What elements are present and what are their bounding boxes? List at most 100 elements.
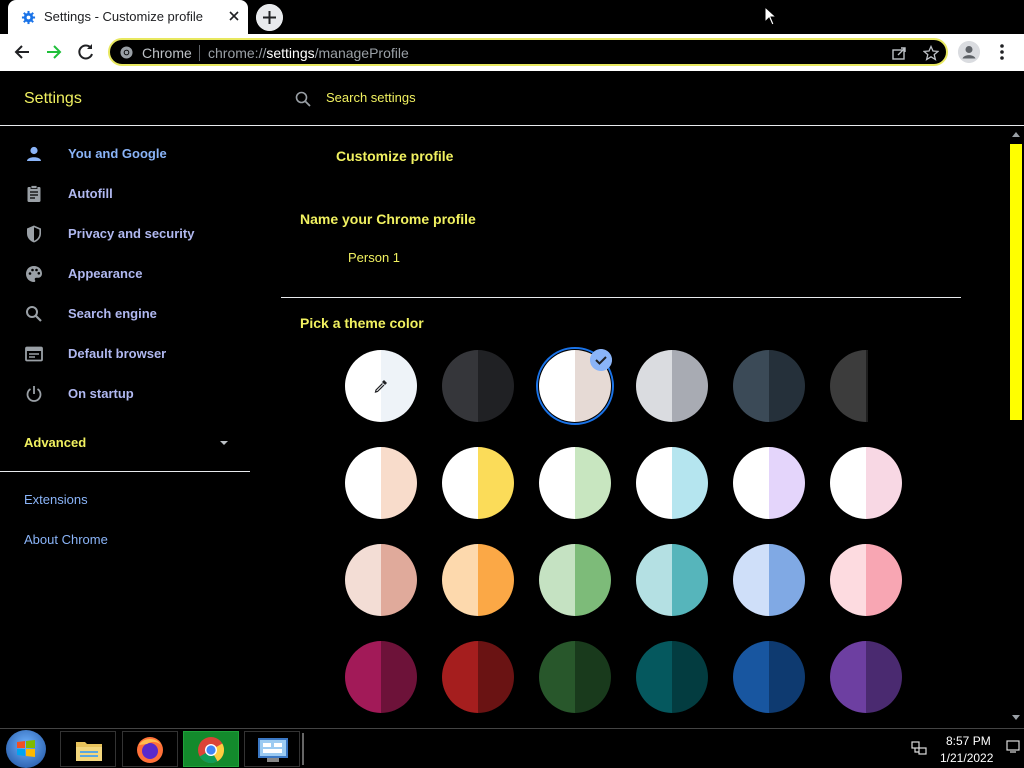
- forward-icon[interactable]: [44, 42, 64, 62]
- sidebar-item-default-browser[interactable]: Default browser: [0, 334, 250, 374]
- swatch-right-half: [866, 544, 902, 616]
- search-settings-input[interactable]: Search settings: [326, 90, 416, 105]
- swatch-left-half: [733, 447, 769, 519]
- theme-color-swatch[interactable]: [442, 447, 514, 519]
- omnibox[interactable]: Chrome chrome://settings/manageProfile: [108, 38, 948, 66]
- profile-name-field[interactable]: Person 1: [348, 250, 400, 265]
- clock-date[interactable]: 1/21/2022: [940, 751, 993, 765]
- about-chrome-link[interactable]: About Chrome: [24, 532, 108, 547]
- theme-color-swatch[interactable]: [636, 447, 708, 519]
- advanced-toggle[interactable]: Advanced: [24, 435, 86, 450]
- theme-color-swatch[interactable]: [539, 641, 611, 713]
- sidebar-item-label: Search engine: [68, 306, 157, 321]
- swatch-right-half: [381, 544, 417, 616]
- swatch-left-half: [733, 544, 769, 616]
- sidebar-item-search-engine[interactable]: Search engine: [0, 294, 250, 334]
- show-desktop-icon[interactable]: [1006, 739, 1020, 753]
- section-divider: [281, 297, 961, 298]
- scrollbar-thumb[interactable]: [1010, 144, 1022, 420]
- swatch-right-half: [672, 641, 708, 713]
- theme-color-swatch[interactable]: [733, 350, 805, 422]
- theme-color-swatch[interactable]: [345, 641, 417, 713]
- swatch-right-half: [866, 641, 902, 713]
- theme-color-swatch[interactable]: [539, 447, 611, 519]
- sidebar-item-label: On startup: [68, 386, 134, 401]
- sidebar-item-privacy[interactable]: Privacy and security: [0, 214, 250, 254]
- taskbar-control-panel[interactable]: [244, 731, 300, 767]
- more-menu-icon[interactable]: [994, 42, 1010, 62]
- theme-color-swatch[interactable]: [733, 544, 805, 616]
- network-icon[interactable]: [910, 739, 928, 757]
- omnibox-url[interactable]: chrome://settings/manageProfile: [208, 45, 409, 61]
- swatch-right-half: [381, 641, 417, 713]
- taskbar-firefox[interactable]: [122, 731, 178, 767]
- swatch-right-half: [866, 350, 868, 422]
- theme-color-swatch[interactable]: [733, 447, 805, 519]
- swatch-right-half: [672, 544, 708, 616]
- person-icon: [27, 146, 41, 161]
- chevron-down-icon[interactable]: [219, 439, 229, 447]
- sidebar-item-appearance[interactable]: Appearance: [0, 254, 250, 294]
- theme-color-swatch[interactable]: [830, 447, 902, 519]
- theme-color-swatch[interactable]: [442, 544, 514, 616]
- theme-color-swatch[interactable]: [442, 350, 514, 422]
- chrome-logo-icon: [120, 46, 133, 59]
- swatch-left-half: [830, 641, 866, 713]
- sidebar-item-you-and-google[interactable]: You and Google: [0, 134, 250, 174]
- omnibox-chip: Chrome: [142, 45, 192, 61]
- sidebar-item-label: Autofill: [68, 186, 113, 201]
- swatch-left-half: [345, 641, 381, 713]
- scroll-up-arrow-icon[interactable]: [1012, 131, 1020, 137]
- page-scrollbar[interactable]: [1008, 127, 1024, 727]
- swatch-left-half: [636, 350, 672, 422]
- profile-avatar-icon[interactable]: [958, 41, 980, 63]
- theme-color-swatch[interactable]: [636, 544, 708, 616]
- theme-color-swatch[interactable]: [830, 544, 902, 616]
- clipboard-icon: [27, 185, 41, 202]
- theme-color-swatch[interactable]: [636, 641, 708, 713]
- sidebar-item-autofill[interactable]: Autofill: [0, 174, 250, 214]
- sidebar-item-label: You and Google: [68, 146, 167, 161]
- reload-icon[interactable]: [76, 42, 96, 62]
- theme-color-swatch[interactable]: [733, 641, 805, 713]
- theme-color-swatch[interactable]: [345, 447, 417, 519]
- swatch-left-half: [733, 641, 769, 713]
- new-tab-button[interactable]: [256, 4, 283, 31]
- scroll-down-arrow-icon[interactable]: [1012, 715, 1020, 721]
- theme-color-swatch[interactable]: [539, 544, 611, 616]
- taskbar-divider: [302, 733, 304, 765]
- taskbar-file-explorer[interactable]: [60, 731, 116, 767]
- swatch-left-half: [539, 350, 575, 422]
- selected-check-icon: [590, 349, 612, 371]
- share-icon[interactable]: [891, 45, 907, 61]
- theme-color-swatch[interactable]: [830, 350, 868, 422]
- bookmark-star-icon[interactable]: [923, 45, 939, 61]
- settings-sidebar: You and Google Autofill Privacy and secu…: [0, 127, 250, 727]
- back-icon[interactable]: [12, 42, 32, 62]
- sidebar-divider: [0, 471, 250, 472]
- swatch-right-half: [478, 641, 514, 713]
- clock-time[interactable]: 8:57 PM: [946, 734, 991, 748]
- swatch-left-half: [539, 447, 575, 519]
- sidebar-item-label: Privacy and security: [68, 226, 195, 241]
- theme-color-swatch[interactable]: [345, 544, 417, 616]
- shield-icon: [27, 225, 41, 243]
- close-icon[interactable]: [226, 8, 242, 24]
- swatch-left-half: [636, 447, 672, 519]
- theme-swatch-clip: [830, 350, 868, 422]
- start-button[interactable]: [6, 730, 46, 768]
- extensions-link[interactable]: Extensions: [24, 492, 88, 507]
- swatch-left-half: [830, 350, 866, 422]
- sidebar-item-label: Appearance: [68, 266, 143, 281]
- power-icon: [26, 386, 42, 402]
- swatch-right-half: [769, 641, 805, 713]
- tab-settings[interactable]: Settings - Customize profile: [8, 0, 248, 34]
- theme-color-swatch[interactable]: [442, 641, 514, 713]
- sidebar-item-on-startup[interactable]: On startup: [0, 374, 250, 414]
- swatch-left-half: [830, 544, 866, 616]
- windows-taskbar: 8:57 PM 1/21/2022: [0, 728, 1024, 768]
- taskbar-chrome[interactable]: [183, 731, 239, 767]
- swatch-left-half: [442, 641, 478, 713]
- theme-color-swatch[interactable]: [636, 350, 708, 422]
- theme-color-swatch[interactable]: [830, 641, 902, 713]
